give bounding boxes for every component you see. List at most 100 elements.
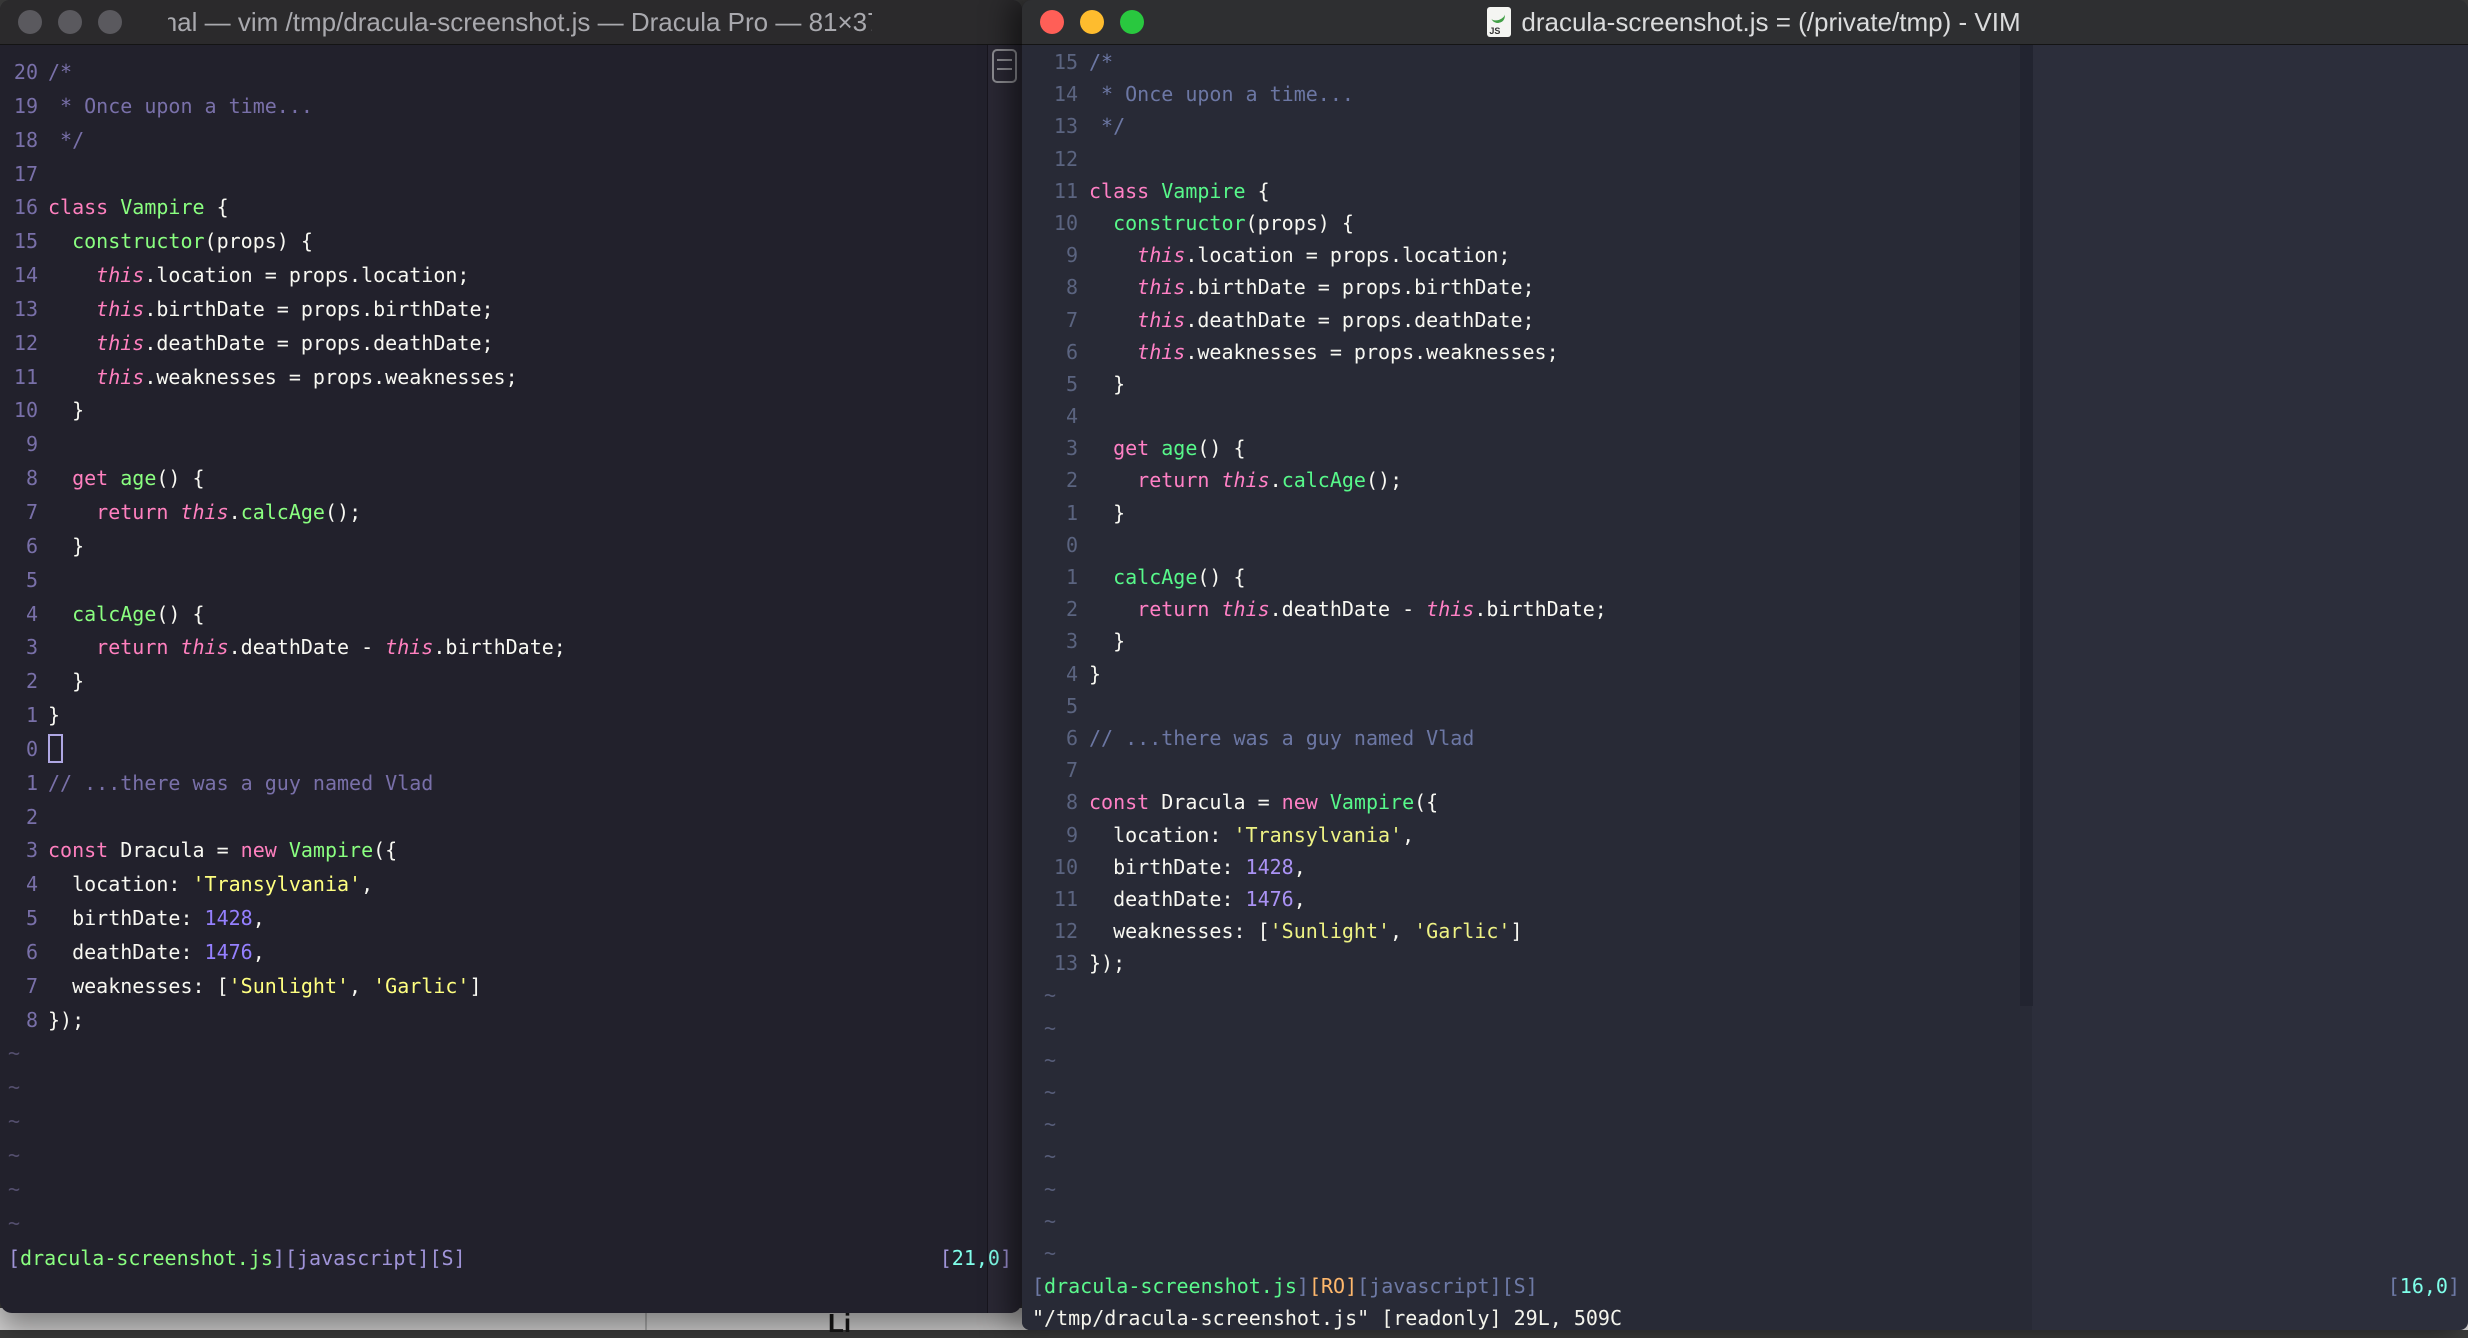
macvim-traffic-lights xyxy=(1022,10,1190,34)
vim-statusline-right: [dracula-screenshot.js][RO][javascript][… xyxy=(1022,1270,2468,1302)
line-number: 16 xyxy=(13,195,38,220)
code-line: 10 constructor(props) { xyxy=(1022,207,2468,239)
code-line: 6 this.weaknesses = props.weaknesses; xyxy=(1022,336,2468,368)
code-line: 12 xyxy=(1022,143,2468,175)
code-line: 3 const Dracula = new Vampire({ xyxy=(0,834,1022,868)
line-number: 7 xyxy=(25,973,38,998)
code-line: 2 } xyxy=(0,665,1022,699)
code-line: 0 xyxy=(1022,529,2468,561)
line-number: 10 xyxy=(13,398,38,423)
line-number: 15 xyxy=(1053,50,1078,74)
code-line: 4 location: 'Transylvania', xyxy=(0,868,1022,902)
line-number: 20 xyxy=(13,60,38,84)
code-line: 8 this.birthDate = props.birthDate; xyxy=(1022,271,2468,303)
code-line: 11 class Vampire { xyxy=(1022,175,2468,207)
empty-buffer-line: ~ xyxy=(8,1143,21,1167)
statusline-cursor-position: [16,0] xyxy=(2387,1274,2460,1298)
code-line: 11 this.weaknesses = props.weaknesses; xyxy=(0,361,1022,395)
empty-buffer-line: ~ xyxy=(1044,983,1057,1008)
line-number: 5 xyxy=(25,567,38,592)
empty-buffer-line: ~ xyxy=(1044,1176,1057,1201)
empty-buffer-line: ~ xyxy=(1044,1144,1057,1169)
code-line: 12 weaknesses: ['Sunlight', 'Garlic'] xyxy=(1022,915,2468,947)
code-line: 6 deathDate: 1476, xyxy=(0,936,1022,970)
minimize-button[interactable] xyxy=(58,10,82,34)
code-line: 8}); xyxy=(0,1004,1022,1038)
line-number: 5 xyxy=(1065,371,1078,396)
line-number: 1 xyxy=(1065,500,1078,525)
line-number: 2 xyxy=(1065,597,1078,622)
line-number: 8 xyxy=(1065,790,1078,815)
code-line: 1} xyxy=(0,699,1022,733)
code-line: 2 return this.calcAge(); xyxy=(1022,464,2468,496)
code-line: 13}); xyxy=(1022,947,2468,979)
code-line: 18 */ xyxy=(0,124,1022,158)
scrollbar-thumb-icon[interactable] xyxy=(992,49,1017,83)
macvim-title-text: dracula-screenshot.js = (/private/tmp) -… xyxy=(1521,6,2021,37)
code-line: 4} xyxy=(1022,658,2468,690)
code-line: 3 get age() { xyxy=(1022,432,2468,464)
zoom-button[interactable] xyxy=(1120,10,1144,34)
line-number: 6 xyxy=(1065,725,1078,750)
code-line: 10 } xyxy=(0,394,1022,428)
empty-buffer-line: ~ xyxy=(1044,1240,1057,1265)
code-line: 5 birthDate: 1428, xyxy=(0,902,1022,936)
code-line: 11 deathDate: 1476, xyxy=(1022,883,2468,915)
code-line: 2 xyxy=(0,801,1022,835)
code-line: 2 return this.deathDate - this.birthDate… xyxy=(1022,593,2468,625)
line-number: 4 xyxy=(25,872,38,897)
vim-command-line: "/tmp/dracula-screenshot.js" [readonly] … xyxy=(1032,1306,1623,1330)
line-number: 10 xyxy=(1053,210,1078,235)
code-line: 5 xyxy=(1022,690,2468,722)
line-number: 7 xyxy=(1065,758,1078,783)
line-number: 15 xyxy=(13,229,38,254)
code-line: 16 class Vampire { xyxy=(0,191,1022,225)
code-line: 7 weaknesses: ['Sunlight', 'Garlic'] xyxy=(0,970,1022,1004)
code-line: 13 this.birthDate = props.birthDate; xyxy=(0,293,1022,327)
line-number: 18 xyxy=(13,127,38,152)
line-number: 4 xyxy=(1065,661,1078,686)
line-number: 1 xyxy=(1065,565,1078,589)
code-line: 10 birthDate: 1428, xyxy=(1022,851,2468,883)
statusline-cursor-position: [21,0] xyxy=(939,1246,1012,1270)
line-number: 19 xyxy=(13,93,38,118)
js-file-icon: JS xyxy=(1487,7,1512,37)
macvim-titlebar[interactable]: JS dracula-screenshot.js = (/private/tmp… xyxy=(1022,0,2468,45)
line-number: 12 xyxy=(1053,146,1078,171)
empty-buffer-line: ~ xyxy=(8,1176,21,1201)
terminal-vim-buffer[interactable]: 20/* 19 * Once upon a time... 18 */ 1 7 16 cla… xyxy=(0,56,1022,1241)
line-number: 13 xyxy=(1053,114,1078,139)
macvim-buffer[interactable]: 15/* 14 * Once upon a time... 13 */12 11 cla… xyxy=(1022,46,2468,1269)
close-button[interactable] xyxy=(18,10,42,34)
line-number: 2 xyxy=(25,669,38,694)
vim-hollow-cursor xyxy=(48,733,63,763)
code-line: 7 return this.calcAge(); xyxy=(0,496,1022,530)
line-number: 6 xyxy=(25,533,38,558)
code-line: 4 xyxy=(1022,400,2468,432)
code-line: 8 const Dracula = new Vampire({ xyxy=(1022,786,2468,818)
line-number: 12 xyxy=(1053,919,1078,944)
close-button[interactable] xyxy=(1040,10,1064,34)
empty-buffer-line: ~ xyxy=(8,1109,21,1134)
statusline-file-info: [dracula-screenshot.js][javascript][S] xyxy=(8,1246,466,1270)
terminal-titlebar[interactable]: Terminal — vim /tmp/dracula-screenshot.j… xyxy=(0,0,1022,45)
empty-buffer-line: ~ xyxy=(8,1041,21,1066)
line-number: 14 xyxy=(13,263,38,288)
macvim-window: JS dracula-screenshot.js = (/private/tmp… xyxy=(1022,0,2468,1330)
line-number: 7 xyxy=(1065,307,1078,332)
code-line: 20/* xyxy=(0,56,1022,90)
terminal-window-title: Terminal — vim /tmp/dracula-screenshot.j… xyxy=(168,6,872,37)
code-line: 15/* xyxy=(1022,46,2468,78)
empty-buffer-line: ~ xyxy=(1044,1080,1057,1104)
terminal-traffic-lights xyxy=(0,10,168,34)
code-line: 19 * Once upon a time... xyxy=(0,90,1022,124)
empty-buffer-line: ~ xyxy=(8,1075,21,1100)
zoom-button[interactable] xyxy=(98,10,122,34)
code-line: 4 calcAge() { xyxy=(0,598,1022,632)
terminal-window: Terminal — vim /tmp/dracula-screenshot.j… xyxy=(0,0,1022,1313)
minimize-button[interactable] xyxy=(1080,10,1104,34)
line-number: 1 xyxy=(25,770,38,795)
code-line: 3 return this.deathDate - this.birthDate… xyxy=(0,631,1022,665)
line-number: 3 xyxy=(1065,629,1078,654)
terminal-scrollbar[interactable] xyxy=(987,45,1022,1313)
